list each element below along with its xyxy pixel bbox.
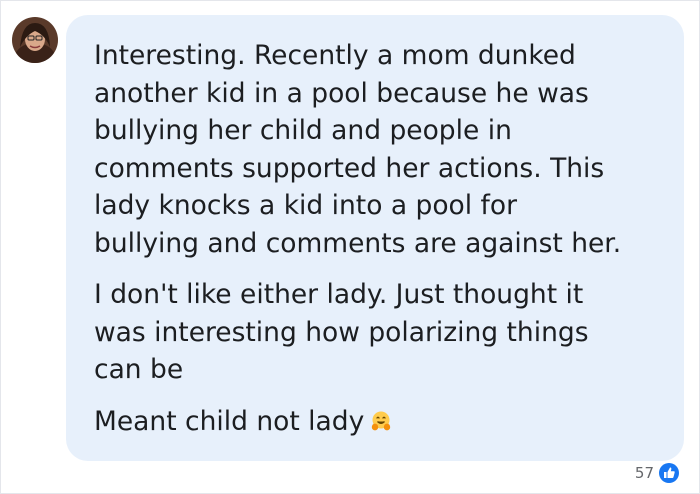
comment-paragraph-1: Interesting. Recently a mom dunked anoth… — [94, 40, 622, 259]
avatar[interactable] — [12, 17, 58, 63]
comment-paragraph-3-text: Meant child not lady — [94, 405, 365, 437]
comment-body: Interesting. Recently a mom dunked anoth… — [94, 37, 674, 440]
like-icon[interactable] — [658, 462, 680, 484]
reaction-count: 57 — [634, 464, 654, 482]
comment-paragraph-2: I don't like either lady. Just thought i… — [94, 279, 589, 385]
comment-bubble: Interesting. Recently a mom dunked anoth… — [66, 15, 684, 461]
reactions[interactable]: 57 — [635, 462, 680, 484]
comment-paragraph-3: Meant child not lady — [94, 403, 674, 441]
hugging-face-icon — [370, 410, 392, 432]
